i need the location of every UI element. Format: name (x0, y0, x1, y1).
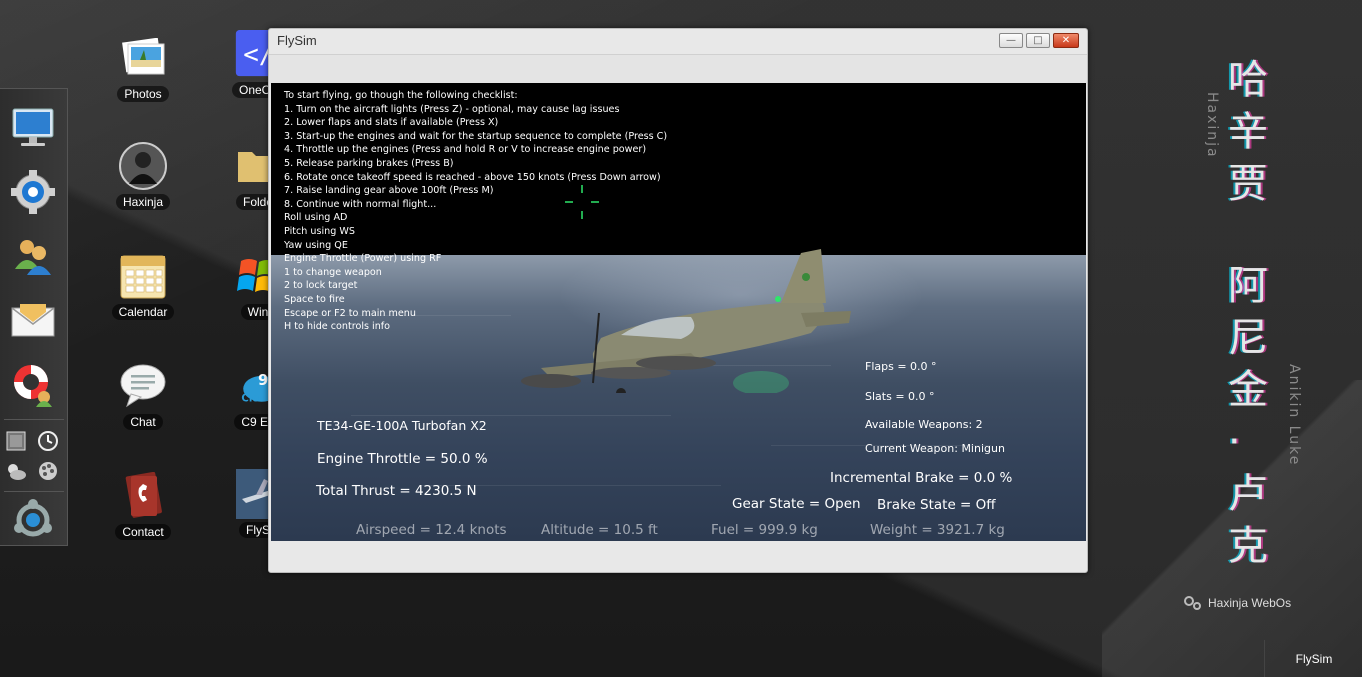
checklist-line: Yaw using QE (284, 239, 348, 251)
window-title: FlySim (277, 33, 317, 48)
cloud9-logo-text: Clou (241, 394, 266, 405)
ubuntu-icon[interactable] (8, 495, 58, 545)
desktop-icon-contact[interactable]: Contact (103, 472, 183, 540)
checklist-line: Pitch using WS (284, 225, 355, 237)
dock (0, 88, 68, 546)
palette-icon[interactable] (36, 459, 60, 483)
weather-icon[interactable] (4, 459, 28, 483)
airspeed-readout: Airspeed = 12.4 knots (356, 522, 507, 538)
chinese-char: · (1228, 419, 1241, 465)
flysim-window[interactable]: FlySim — □ ✕ To start flying, go though … (268, 28, 1088, 573)
contact-book-icon (119, 472, 167, 520)
desktop-icon-photos[interactable]: Photos (103, 34, 183, 102)
slats-readout: Slats = 0.0 ° (865, 390, 935, 403)
chinese-char: 辛 (1228, 109, 1268, 155)
computer-icon[interactable] (8, 103, 58, 153)
checklist-line: 5. Release parking brakes (Press B) (284, 157, 454, 169)
calendar-icon (119, 252, 167, 300)
chinese-char: 阿 (1228, 263, 1268, 309)
dock-separator (4, 491, 64, 492)
checklist-line: 4. Throttle up the engines (Press and ho… (284, 144, 647, 156)
controls-checklist: To start flying, go though the following… (284, 89, 667, 334)
checklist-line: Engine Throttle (Power) using RF (284, 253, 442, 265)
dock-separator (4, 419, 64, 420)
checklist-line: 3. Start-up the engines and wait for the… (284, 130, 668, 142)
current-weapon: Current Weapon: Minigun (865, 442, 1005, 455)
users-icon[interactable] (8, 231, 58, 281)
window-controls: — □ ✕ (999, 33, 1079, 48)
checklist-line: To start flying, go though the following… (284, 90, 518, 101)
checklist-line: 6. Rotate once takeoff speed is reached … (284, 171, 661, 183)
checklist-line: 7. Raise landing gear above 100ft (Press… (284, 185, 494, 197)
chinese-char: 卢 (1228, 471, 1268, 517)
minimize-button[interactable]: — (999, 33, 1023, 48)
engine-type: TE34-GE-100A Turbofan X2 (317, 418, 487, 433)
help-lifebuoy-icon[interactable] (8, 359, 58, 409)
checklist-line: Space to fire (284, 293, 345, 305)
chinese-char: 克 (1228, 523, 1268, 569)
gears-icon (1184, 596, 1201, 610)
mail-icon[interactable] (8, 295, 58, 345)
vertical-label-haxinja: Haxinja (1204, 92, 1220, 159)
window-icon[interactable] (4, 429, 28, 453)
chinese-char: 贾 (1228, 161, 1268, 207)
checklist-line: 1 to change weapon (284, 266, 382, 278)
settings-gear-icon[interactable] (8, 167, 58, 217)
vertical-label-anikin-luke: Anikin Luke (1286, 364, 1302, 467)
chinese-char: 哈 (1228, 57, 1268, 103)
altitude-readout: Altitude = 10.5 ft (541, 522, 658, 538)
taskbar-item-flysim[interactable]: FlySim (1264, 640, 1362, 677)
flaps-readout: Flaps = 0.0 ° (865, 360, 937, 373)
clock-icon[interactable] (36, 429, 60, 453)
checklist-line: 1. Turn on the aircraft lights (Press Z)… (284, 103, 620, 115)
checklist-line: 8. Continue with normal flight... (284, 198, 437, 210)
engine-throttle: Engine Throttle = 50.0 % (317, 451, 488, 467)
incremental-brake: Incremental Brake = 0.0 % (830, 470, 1013, 486)
checklist-line: 2. Lower flaps and slats if available (P… (284, 117, 499, 129)
chinese-char: 金 (1228, 367, 1268, 413)
gear-state: Gear State = Open (732, 496, 861, 512)
desktop-icon-label: Haxinja (115, 194, 171, 210)
desktop-icon-haxinja[interactable]: Haxinja (103, 142, 183, 210)
webos-label: Haxinja WebOs (1208, 596, 1292, 610)
haxinja-avatar-icon (119, 142, 167, 190)
available-weapons: Available Weapons: 2 (865, 418, 983, 431)
desktop-icon-label: Photos (117, 86, 169, 102)
chat-bubble-icon (119, 362, 167, 410)
desktop-icon-calendar[interactable]: Calendar (103, 252, 183, 320)
svg-text:9: 9 (258, 372, 268, 389)
checklist-line: Roll using AD (284, 212, 348, 224)
chinese-char: 尼 (1228, 315, 1268, 361)
weight-readout: Weight = 3921.7 kg (870, 522, 1005, 538)
desktop-icon-label: Chat (123, 414, 163, 430)
window-toolbar (269, 54, 1087, 84)
desktop-icon-chat[interactable]: Chat (103, 362, 183, 430)
desktop-icon-label: Calendar (111, 304, 175, 320)
fuel-readout: Fuel = 999.9 kg (711, 522, 818, 538)
game-viewport[interactable]: To start flying, go though the following… (271, 83, 1086, 541)
brake-state: Brake State = Off (877, 497, 996, 513)
webos-settings-link[interactable]: Haxinja WebOs (1183, 595, 1291, 611)
photos-icon (119, 34, 167, 82)
checklist-line: 2 to lock target (284, 280, 358, 292)
maximize-button[interactable]: □ (1026, 33, 1050, 48)
checklist-line: Escape or F2 to main menu (284, 307, 416, 319)
checklist-line: H to hide controls info (284, 321, 391, 333)
close-button[interactable]: ✕ (1053, 33, 1079, 48)
desktop-icon-label: Contact (115, 524, 171, 540)
total-thrust: Total Thrust = 4230.5 N (316, 483, 477, 499)
